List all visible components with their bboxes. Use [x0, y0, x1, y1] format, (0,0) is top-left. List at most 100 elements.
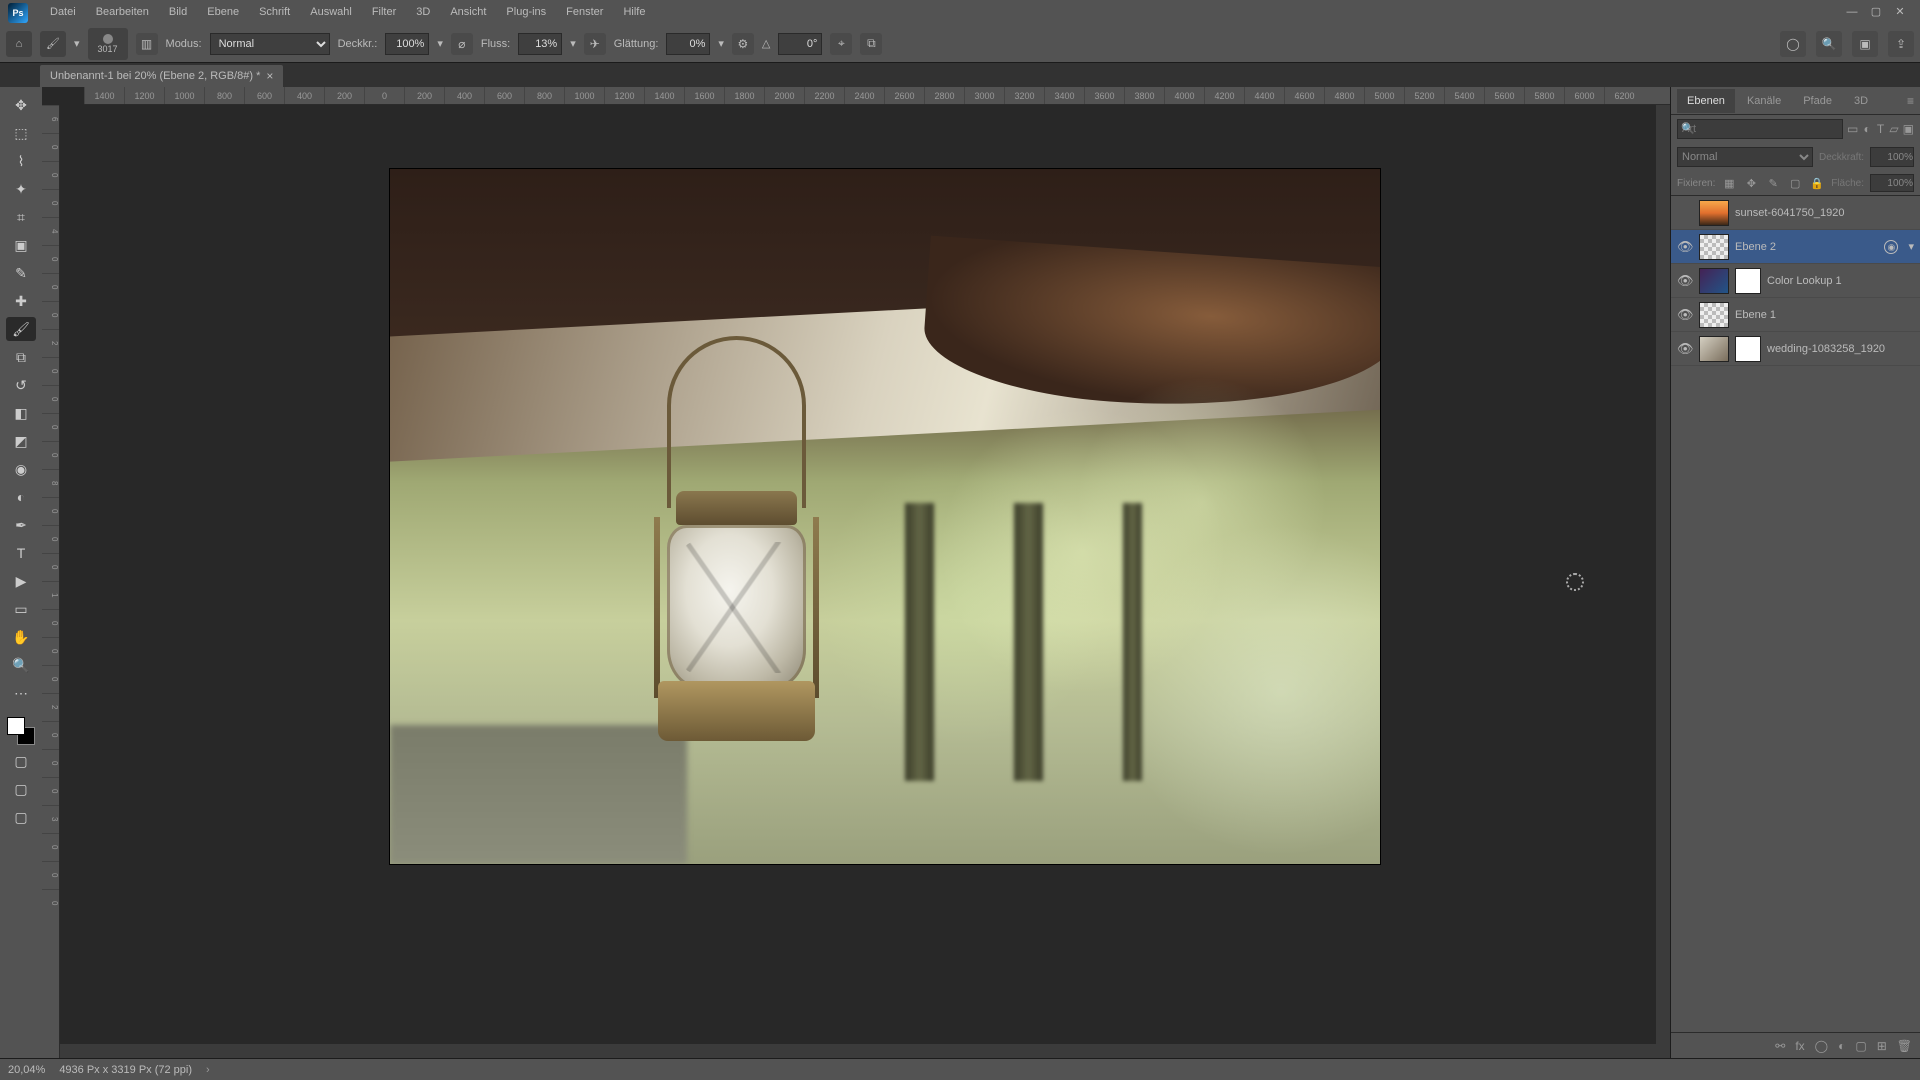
layer-name[interactable]: wedding-1083258_1920: [1767, 343, 1885, 355]
layer-thumbnail[interactable]: [1699, 234, 1729, 260]
menu-schrift[interactable]: Schrift: [249, 0, 300, 25]
tab-3d[interactable]: 3D: [1844, 89, 1878, 113]
visibility-icon[interactable]: 👁: [1677, 341, 1693, 357]
layer-mask-thumbnail[interactable]: [1735, 336, 1761, 362]
pressure-size-icon[interactable]: ⌖: [830, 33, 852, 55]
eraser-tool[interactable]: ◧: [6, 401, 36, 425]
menu-ebene[interactable]: Ebene: [197, 0, 249, 25]
crop-tool[interactable]: ⌗: [6, 205, 36, 229]
layer-row[interactable]: 👁 wedding-1083258_1920: [1671, 332, 1920, 366]
link-layers-icon[interactable]: ⚯: [1775, 1039, 1785, 1053]
filter-adjust-icon[interactable]: ◐: [1862, 119, 1871, 139]
lock-position-icon[interactable]: ✥: [1743, 175, 1759, 191]
shape-tool[interactable]: ▭: [6, 597, 36, 621]
visibility-icon[interactable]: 👁: [1677, 239, 1693, 255]
layer-name[interactable]: Ebene 2: [1735, 241, 1776, 253]
tab-kanaele[interactable]: Kanäle: [1737, 89, 1791, 113]
marquee-tool[interactable]: ⬚: [6, 121, 36, 145]
group-icon[interactable]: ▢: [1855, 1039, 1866, 1053]
menu-3d[interactable]: 3D: [406, 0, 440, 25]
layer-mask-thumbnail[interactable]: [1735, 268, 1761, 294]
pen-tool[interactable]: ✒: [6, 513, 36, 537]
menu-auswahl[interactable]: Auswahl: [300, 0, 362, 25]
lock-artboard-icon[interactable]: ▢: [1787, 175, 1803, 191]
blend-mode-select[interactable]: Normal: [210, 33, 330, 55]
color-swatch[interactable]: [7, 717, 35, 745]
tab-ebenen[interactable]: Ebenen: [1677, 89, 1735, 113]
chevron-right-icon[interactable]: ›: [206, 1064, 210, 1076]
lock-image-icon[interactable]: ✎: [1765, 175, 1781, 191]
search-icon[interactable]: 🔍: [1816, 31, 1842, 57]
zoom-tool[interactable]: 🔍: [6, 653, 36, 677]
filter-type-icon[interactable]: T: [1876, 119, 1885, 139]
eyedropper-tool[interactable]: ✎: [6, 261, 36, 285]
canvas-area[interactable]: 1400120010008006004002000200400600800100…: [42, 87, 1670, 1058]
layer-row[interactable]: 👁Ebene 2◉▾: [1671, 230, 1920, 264]
smoothing-options-icon[interactable]: ⚙: [732, 33, 754, 55]
smoothing-input[interactable]: [666, 33, 710, 55]
chevron-down-icon[interactable]: ▾: [570, 37, 576, 50]
healing-tool[interactable]: ✚: [6, 289, 36, 313]
symmetry-icon[interactable]: ⧉: [860, 33, 882, 55]
menu-bild[interactable]: Bild: [159, 0, 197, 25]
new-layer-icon[interactable]: ⊞: [1877, 1039, 1887, 1053]
pressure-opacity-icon[interactable]: ⌀: [451, 33, 473, 55]
lasso-tool[interactable]: ⌇: [6, 149, 36, 173]
layer-blend-select[interactable]: Normal: [1677, 147, 1813, 167]
current-tool-icon[interactable]: 🖌: [40, 31, 66, 57]
chevron-down-icon[interactable]: ▾: [718, 37, 724, 50]
delete-layer-icon[interactable]: 🗑: [1897, 1039, 1912, 1053]
window-maximize[interactable]: ▢: [1864, 0, 1888, 25]
brush-panel-icon[interactable]: ▥: [136, 33, 158, 55]
frame-tool[interactable]: ▣: [6, 233, 36, 257]
gradient-tool[interactable]: ◩: [6, 429, 36, 453]
adjustment-icon[interactable]: ◐: [1838, 1039, 1845, 1053]
window-minimize[interactable]: —: [1840, 0, 1864, 25]
workspace-icon[interactable]: ▣: [1852, 31, 1878, 57]
chevron-down-icon[interactable]: ▾: [74, 37, 80, 50]
menu-plugins[interactable]: Plug-ins: [496, 0, 556, 25]
layer-thumbnail[interactable]: [1699, 336, 1729, 362]
blur-tool[interactable]: ◉: [6, 457, 36, 481]
opacity-input[interactable]: [385, 33, 429, 55]
type-tool[interactable]: T: [6, 541, 36, 565]
layer-name[interactable]: sunset-6041750_1920: [1735, 207, 1844, 219]
document-tab[interactable]: Unbenannt-1 bei 20% (Ebene 2, RGB/8#) * …: [40, 65, 283, 87]
layer-row[interactable]: 👁Color Lookup 1: [1671, 264, 1920, 298]
close-tab-icon[interactable]: ×: [266, 69, 273, 83]
share-icon[interactable]: ⇪: [1888, 31, 1914, 57]
smart-filter-icon[interactable]: ◉: [1884, 240, 1898, 254]
menu-datei[interactable]: Datei: [40, 0, 86, 25]
menu-hilfe[interactable]: Hilfe: [613, 0, 655, 25]
window-close[interactable]: ✕: [1888, 0, 1912, 25]
home-icon[interactable]: ⌂: [6, 31, 32, 57]
dodge-tool[interactable]: ◐: [6, 485, 36, 509]
lock-pixels-icon[interactable]: ▦: [1721, 175, 1737, 191]
mask-icon[interactable]: ◯: [1815, 1039, 1828, 1053]
fill-input[interactable]: [1870, 174, 1914, 192]
visibility-icon[interactable]: 👁: [1677, 307, 1693, 323]
layer-name[interactable]: Ebene 1: [1735, 309, 1776, 321]
layer-filter-input[interactable]: [1677, 119, 1843, 139]
airbrush-icon[interactable]: ✈: [584, 33, 606, 55]
visibility-icon[interactable]: 👁: [1677, 273, 1693, 289]
canvas-image[interactable]: [390, 169, 1380, 864]
layer-opacity-input[interactable]: [1870, 147, 1914, 167]
menu-ansicht[interactable]: Ansicht: [440, 0, 496, 25]
lock-all-icon[interactable]: 🔒: [1809, 175, 1825, 191]
layer-row[interactable]: 👁 Ebene 1: [1671, 298, 1920, 332]
fx-icon[interactable]: fx: [1795, 1039, 1804, 1053]
brush-preview[interactable]: 3017: [88, 28, 128, 60]
filter-smart-icon[interactable]: ▣: [1903, 119, 1914, 139]
scrollbar-vertical[interactable]: [1656, 105, 1670, 1058]
edit-toolbar-icon[interactable]: ▢: [6, 749, 36, 773]
stamp-tool[interactable]: ⧉: [6, 345, 36, 369]
filter-image-icon[interactable]: ▭: [1847, 119, 1858, 139]
layer-thumbnail[interactable]: [1699, 200, 1729, 226]
layer-thumbnail[interactable]: [1699, 302, 1729, 328]
panel-menu-icon[interactable]: ≡: [1907, 94, 1914, 108]
layer-row[interactable]: sunset-6041750_1920: [1671, 196, 1920, 230]
filter-shape-icon[interactable]: ▱: [1889, 119, 1898, 139]
more-tool[interactable]: ⋯: [6, 681, 36, 705]
wand-tool[interactable]: ✦: [6, 177, 36, 201]
